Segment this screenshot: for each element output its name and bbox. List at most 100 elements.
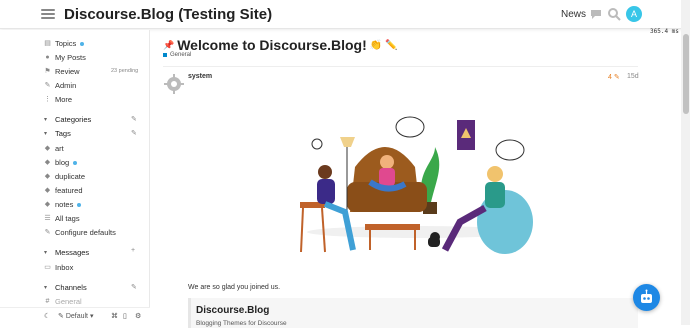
quote-title: Discourse.Blog: [196, 305, 270, 316]
sidebar-item-topics[interactable]: ▤ Topics: [44, 39, 85, 48]
sidebar-item-inbox[interactable]: ▭ Inbox: [44, 263, 73, 272]
category-label: General: [170, 52, 192, 58]
sidebar-item-label: notes: [55, 200, 74, 209]
sidebar-item-tag-art[interactable]: ◆ art: [44, 144, 64, 153]
section-label: Channels: [55, 283, 87, 292]
category-color-box: [163, 53, 167, 57]
topic-title: 📌 Welcome to Discourse.Blog! 👏 ✏️: [163, 37, 397, 53]
sidebar-section-channels[interactable]: ▾ Channels: [44, 283, 87, 292]
hash-icon: #: [45, 298, 50, 305]
pencil-icon: ✎: [613, 74, 620, 81]
tag-icon: ◆: [44, 145, 51, 152]
site-title[interactable]: Discourse.Blog (Testing Site): [64, 6, 272, 23]
more-icon: ⋮: [44, 96, 51, 103]
brush-icon: ✎: [58, 313, 66, 320]
quote-subtitle: Blogging Themes for Discourse: [196, 320, 287, 327]
chevron-down-icon: ▾: [44, 285, 48, 291]
sidebar-item-label: duplicate: [55, 172, 86, 181]
post-username[interactable]: system: [188, 73, 212, 80]
sidebar-item-label: featured: [55, 186, 83, 195]
edit-categories-icon[interactable]: ✎: [131, 115, 137, 123]
sidebar-item-label: art: [55, 144, 64, 153]
sidebar-section-messages[interactable]: ▾ Messages: [44, 248, 89, 257]
topics-icon: ▤: [44, 40, 51, 47]
chevron-down-icon: ▾: [44, 117, 48, 123]
sidebar-item-tag-featured[interactable]: ◆ featured: [44, 186, 83, 195]
sidebar-item-label: Admin: [55, 81, 77, 90]
keyboard-shortcuts-icon[interactable]: ⌘: [111, 312, 118, 320]
sidebar-item-all-tags[interactable]: ☰ All tags: [44, 214, 80, 223]
sidebar-item-label: Configure defaults: [55, 228, 116, 237]
section-label: Messages: [55, 248, 90, 257]
chevron-down-icon: ▾: [44, 131, 48, 137]
sidebar-item-label: More: [55, 95, 73, 104]
user-icon: ●: [45, 54, 50, 61]
chevron-down-icon: ▾: [44, 250, 48, 256]
sidebar-item-label: Inbox: [55, 263, 74, 272]
section-label: Tags: [55, 129, 71, 138]
section-label: Categories: [55, 115, 92, 124]
sidebar-item-review[interactable]: ⚑ Review: [44, 67, 80, 76]
nav-news-link[interactable]: News: [561, 9, 586, 20]
tag-icon: ◆: [44, 173, 51, 180]
tag-icon: ◆: [44, 187, 51, 194]
sidebar-section-categories[interactable]: ▾ Categories: [44, 115, 91, 124]
timing-readout: 365.4 ms: [650, 28, 679, 35]
edit-tags-icon[interactable]: ✎: [131, 129, 137, 137]
pin-icon: 📌: [163, 39, 175, 50]
list-icon: ☰: [44, 215, 51, 222]
post-intro-text: We are so glad you joined us.: [188, 284, 281, 291]
sidebar-item-label: blog: [55, 158, 70, 167]
sidebar-item-label: Topics: [55, 39, 77, 48]
edit-channels-icon[interactable]: ✎: [131, 283, 137, 291]
theme-label: Default: [65, 313, 88, 320]
unread-dot: [80, 41, 85, 46]
user-avatar[interactable]: A: [626, 6, 642, 22]
unread-dot: [73, 160, 78, 165]
divider: [163, 66, 638, 67]
chat-bubble-icon[interactable]: [589, 7, 603, 21]
sidebar-item-label: General: [55, 297, 82, 306]
sidebar-item-my-posts[interactable]: ● My Posts: [44, 53, 86, 62]
sidebar-footer: ☾ ✎ Default ▾ ⌘ ▯ ⚙: [0, 307, 150, 325]
tag-icon: ◆: [44, 201, 51, 208]
robot-icon: [641, 289, 652, 303]
theme-selector[interactable]: ✎ Default ▾: [58, 312, 93, 320]
unread-dot: [77, 202, 82, 207]
dark-mode-icon[interactable]: ☾: [44, 312, 50, 320]
scrollbar-thumb[interactable]: [683, 34, 689, 114]
tag-icon: ◆: [44, 159, 51, 166]
inbox-icon: ▭: [44, 264, 51, 271]
mobile-view-icon[interactable]: ▯: [123, 312, 127, 320]
search-icon[interactable]: [607, 7, 621, 21]
chat-bot-button[interactable]: [633, 284, 660, 311]
sidebar-item-label: My Posts: [55, 53, 86, 62]
gear-icon[interactable]: [163, 73, 185, 95]
new-message-icon[interactable]: +: [131, 247, 135, 254]
hamburger-menu-button[interactable]: [41, 7, 55, 21]
review-pending-badge: 23 pending: [111, 68, 139, 74]
welcome-illustration: [300, 116, 533, 254]
wrench-icon: ✎: [44, 82, 51, 89]
sidebar: ▤ Topics ● My Posts ⚑ Review 23 pending ✎ Ad…: [0, 30, 150, 325]
sidebar-item-label: All tags: [55, 214, 80, 223]
sidebar-settings-icon[interactable]: ⚙: [135, 312, 141, 320]
sidebar-item-tag-notes[interactable]: ◆ notes: [44, 200, 82, 209]
sidebar-item-more[interactable]: ⋮ More: [44, 95, 72, 104]
topic-title-text[interactable]: Welcome to Discourse.Blog!: [177, 37, 367, 53]
post-age[interactable]: 15d: [627, 73, 639, 80]
sidebar-item-tag-duplicate[interactable]: ◆ duplicate: [44, 172, 85, 181]
like-count: 4: [608, 74, 612, 81]
post-like-count[interactable]: 4 ✎: [608, 73, 620, 81]
sidebar-item-tag-blog[interactable]: ◆ blog: [44, 158, 78, 167]
category-badge[interactable]: General: [163, 52, 191, 58]
flag-icon: ⚑: [44, 68, 51, 75]
sidebar-item-admin[interactable]: ✎ Admin: [44, 81, 77, 90]
wrench-icon: ✎: [44, 229, 51, 236]
title-emojis: 👏 ✏️: [369, 39, 398, 51]
sidebar-section-tags[interactable]: ▾ Tags: [44, 129, 71, 138]
sidebar-item-configure-defaults[interactable]: ✎ Configure defaults: [44, 228, 116, 237]
site-header: Discourse.Blog (Testing Site) News A: [0, 0, 690, 29]
sidebar-item-channel-general[interactable]: # General: [44, 297, 82, 306]
sidebar-item-label: Review: [55, 67, 80, 76]
